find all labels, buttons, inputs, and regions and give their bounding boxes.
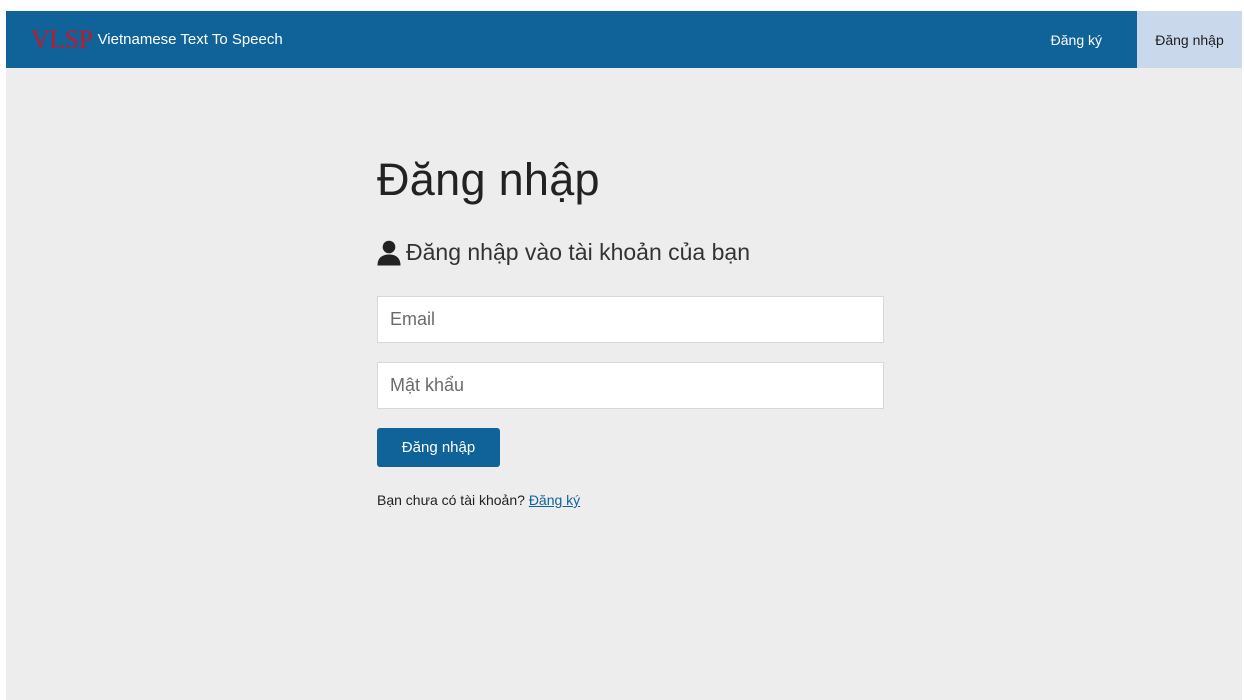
nav-links: Đăng ký Đăng nhập bbox=[1031, 11, 1242, 68]
page-title: Đăng nhập bbox=[377, 154, 600, 205]
user-icon bbox=[377, 240, 401, 265]
no-account-text: Bạn chưa có tài khoản? bbox=[377, 492, 529, 508]
app-frame: VLSP Vietnamese Text To Speech Đăng ký Đ… bbox=[6, 11, 1242, 700]
signup-link[interactable]: Đăng ký bbox=[529, 492, 580, 508]
brand-link[interactable]: VLSP Vietnamese Text To Speech bbox=[31, 11, 283, 68]
login-subtitle: Đăng nhập vào tài khoản của bạn bbox=[377, 239, 750, 266]
email-input[interactable] bbox=[377, 296, 884, 343]
subtitle-text: Đăng nhập vào tài khoản của bạn bbox=[406, 239, 750, 265]
app-title: Vietnamese Text To Speech bbox=[97, 31, 283, 48]
password-input[interactable] bbox=[377, 362, 884, 409]
nav-register-link[interactable]: Đăng ký bbox=[1031, 11, 1122, 68]
signup-prompt: Bạn chưa có tài khoản? Đăng ký bbox=[377, 492, 580, 508]
login-button[interactable]: Đăng nhập bbox=[377, 428, 500, 467]
nav-login-link[interactable]: Đăng nhập bbox=[1137, 11, 1242, 68]
vlsp-logo: VLSP bbox=[31, 24, 93, 54]
top-navbar: VLSP Vietnamese Text To Speech Đăng ký Đ… bbox=[6, 11, 1242, 68]
